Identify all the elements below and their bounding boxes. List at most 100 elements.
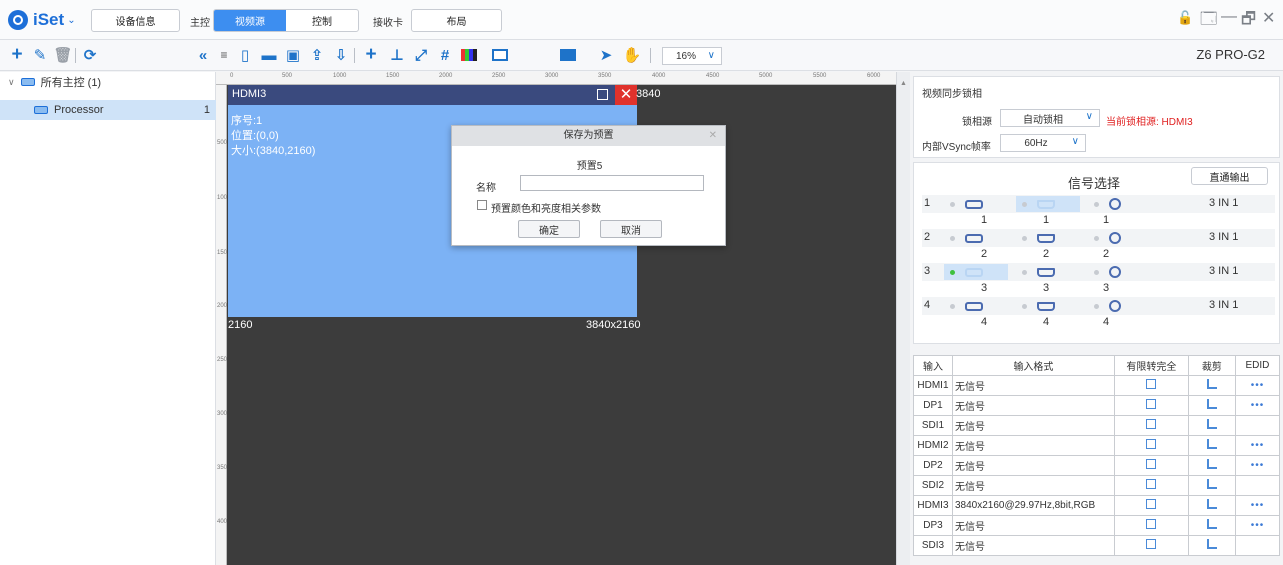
fit-screen-icon[interactable]: ⤢ [412,46,430,64]
range-checkbox[interactable] [1146,479,1157,489]
controller-icon [20,78,35,86]
crop-icon[interactable] [1206,379,1217,389]
canvas-scrollbar[interactable]: ▲ [896,72,910,565]
chevron-down-icon: ∨ [707,50,715,61]
layer-title-bar[interactable]: HDMI3 ✕ [228,85,637,105]
hdmi-icon [965,199,983,209]
crop-icon[interactable] [1206,499,1217,509]
table-row[interactable]: HDMI3 3840x2160@29.97Hz,8bit,RGB ••• [913,495,1281,516]
maximize-icon[interactable]: 🗗 [1241,8,1256,35]
vsync-select[interactable]: 60Hz ∨ [1000,134,1086,152]
grid-icon[interactable]: # [436,46,454,64]
add-icon[interactable]: + [8,44,26,65]
edid-more-icon[interactable]: ••• [1234,515,1281,536]
edid-more-icon[interactable]: ••• [1234,375,1281,396]
port-dp-3[interactable] [1016,264,1080,280]
edid-more-icon[interactable]: ••• [1234,455,1281,476]
range-checkbox[interactable] [1146,439,1157,449]
edid-more-icon[interactable]: ••• [1234,435,1281,456]
new-file-icon[interactable]: ▯ [236,46,254,64]
port-hdmi-1[interactable] [944,196,1008,212]
crop-icon[interactable] [1206,459,1217,469]
passthrough-button[interactable]: 直通输出 [1191,167,1268,185]
tree-item-processor[interactable]: Processor 1 [0,100,216,120]
maximize-icon[interactable] [597,89,608,100]
range-checkbox[interactable] [1146,499,1157,509]
layout-icon[interactable] [489,46,511,64]
sync-source-select[interactable]: 自动锁相 ∨ [1000,109,1100,127]
sync-source-label: 锁相源 [962,117,992,128]
preset-icon[interactable] [557,46,579,64]
range-checkbox[interactable] [1146,519,1157,529]
port-sdi-1[interactable] [1088,196,1152,212]
table-row[interactable]: SDI1 无信号 [913,415,1281,436]
tab-layout[interactable]: 布局 [412,10,501,31]
refresh-icon[interactable]: ⟳ [81,46,99,64]
port-hdmi-4[interactable] [944,298,1008,314]
table-row[interactable]: DP1 无信号 ••• [913,395,1281,416]
delete-icon[interactable]: 🗑 [53,46,72,64]
port-hdmi-3[interactable] [944,264,1008,280]
edid-more-icon[interactable]: ••• [1234,495,1281,516]
port-sdi-3[interactable] [1088,264,1152,280]
close-icon[interactable]: ✕ [1262,8,1275,28]
table-row[interactable]: DP3 无信号 ••• [913,515,1281,536]
port-hdmi-2[interactable] [944,230,1008,246]
color-brightness-checkbox[interactable] [477,200,487,210]
crop-icon[interactable] [1206,419,1217,429]
crop-icon[interactable] [1206,519,1217,529]
range-checkbox[interactable] [1146,539,1157,549]
download-icon[interactable]: ⇩ [332,46,350,64]
upload-icon[interactable]: ⇪ [308,46,326,64]
crop-icon[interactable] [1206,539,1217,549]
add-layer-icon[interactable]: + [362,44,380,65]
preset-name-input[interactable] [520,175,704,191]
port-label: 4 [1103,316,1110,328]
table-row[interactable]: DP2 无信号 ••• [913,455,1281,476]
table-row[interactable]: SDI3 无信号 [913,535,1281,556]
cancel-button[interactable]: 取消 [600,220,662,238]
edit-icon[interactable]: ✎ [31,46,49,64]
scroll-up-icon[interactable]: ▲ [900,80,907,87]
port-dp-1[interactable] [1016,196,1080,212]
port-dp-2[interactable] [1016,230,1080,246]
ok-button[interactable]: 确定 [518,220,580,238]
collapse-panel-icon[interactable]: « [194,46,212,64]
restore-icon[interactable]: 🗔 [1200,8,1217,35]
import-icon[interactable]: ⊥ [388,46,406,64]
device-info-button[interactable]: 设备信息 [91,9,180,32]
tab-control[interactable]: 控制 [286,10,358,31]
range-checkbox[interactable] [1146,419,1157,429]
table-row[interactable]: HDMI1 无信号 ••• [913,375,1281,396]
tree-root[interactable]: ∨ 所有主控 (1) [0,72,216,92]
video-sync-panel: 视频同步锁相 锁相源 自动锁相 ∨ 当前锁相源: HDMI3 内部VSync帧率… [913,76,1280,158]
menu-icon[interactable]: ≡ [215,46,233,64]
hand-icon[interactable]: ✋ [623,46,642,64]
lock-icon[interactable]: 🔓 [1177,10,1193,26]
edid-more-icon[interactable]: ••• [1234,395,1281,416]
zoom-select[interactable]: 16% ∨ [662,47,722,65]
range-checkbox[interactable] [1146,379,1157,389]
close-icon[interactable]: ✕ [615,85,637,105]
chevron-down-icon: ∨ [1085,111,1093,122]
table-row[interactable]: SDI2 无信号 [913,475,1281,496]
table-row[interactable]: HDMI2 无信号 ••• [913,435,1281,456]
crop-icon[interactable] [1206,479,1217,489]
color-bars-icon[interactable] [460,46,478,64]
port-sdi-4[interactable] [1088,298,1152,314]
signal-row-4: 4 3 IN 1 [922,297,1275,315]
range-checkbox[interactable] [1146,399,1157,409]
port-dp-4[interactable] [1016,298,1080,314]
dialog-title-bar[interactable]: 保存为预置 ✕ [452,126,725,146]
tab-video-source[interactable]: 视频源 [214,10,286,31]
range-checkbox[interactable] [1146,459,1157,469]
app-logo[interactable]: iSet ⌄ [8,8,76,32]
port-sdi-2[interactable] [1088,230,1152,246]
open-folder-icon[interactable]: ▬ [260,46,278,64]
minimize-icon[interactable]: — [1221,8,1237,26]
save-icon[interactable]: ▣ [284,46,302,64]
pointer-icon[interactable]: ➤ [597,46,615,64]
crop-icon[interactable] [1206,439,1217,449]
close-icon[interactable]: ✕ [709,126,717,146]
crop-icon[interactable] [1206,399,1217,409]
